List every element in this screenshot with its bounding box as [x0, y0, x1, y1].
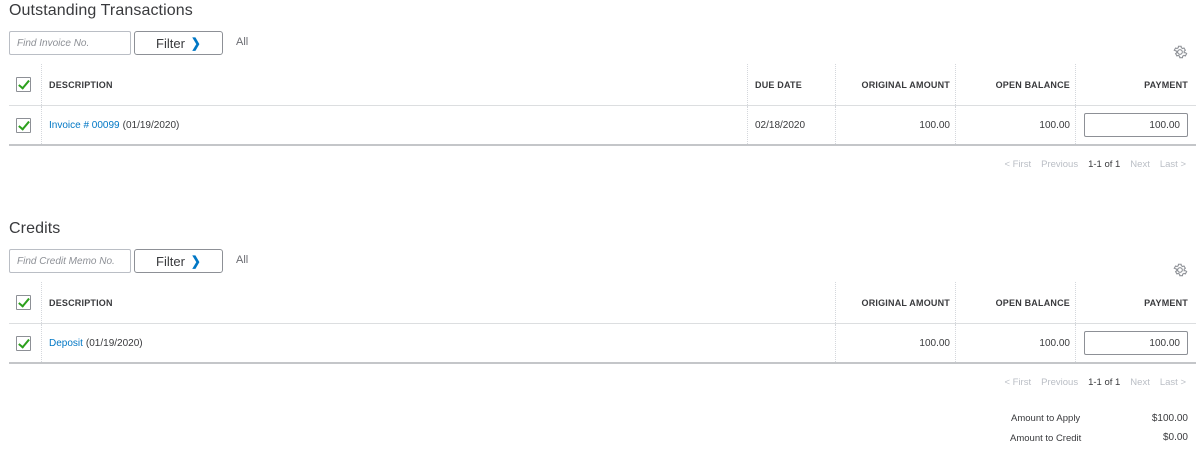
deposit-link[interactable]: Deposit	[49, 338, 83, 349]
open-balance-value: 100.00	[1039, 337, 1070, 349]
select-all-checkbox[interactable]	[16, 295, 31, 310]
find-credit-memo-input[interactable]	[9, 249, 131, 273]
due-date-value: 02/18/2020	[755, 119, 806, 131]
invoice-date: (01/19/2020)	[122, 119, 180, 131]
amount-to-apply-value: $100.00	[1151, 413, 1188, 424]
pager-next[interactable]: Next	[1130, 159, 1150, 170]
outstanding-pager: < First Previous 1-1 of 1 Next Last >	[1004, 159, 1186, 170]
outstanding-transactions-table: DESCRIPTION DUE DATE ORIGINAL AMOUNT OPE…	[9, 64, 1196, 146]
credits-filter-button[interactable]: Filter ❯	[134, 249, 223, 273]
filter-label: Filter	[156, 35, 185, 51]
col-description: DESCRIPTION	[49, 297, 113, 308]
row-checkbox[interactable]	[16, 335, 31, 351]
pager-first[interactable]: < First	[1004, 377, 1031, 388]
pager-range: 1-1 of 1	[1088, 377, 1121, 388]
outstanding-transactions-title: Outstanding Transactions	[9, 2, 193, 19]
col-due-date: DUE DATE	[755, 79, 802, 90]
pager-previous[interactable]: Previous	[1041, 159, 1078, 170]
pager-previous[interactable]: Previous	[1041, 377, 1078, 388]
pager-last[interactable]: Last >	[1160, 159, 1186, 170]
chevron-right-icon: ❯	[190, 35, 201, 51]
select-all-checkbox[interactable]	[16, 77, 31, 92]
pager-next[interactable]: Next	[1130, 377, 1150, 388]
col-open-balance: OPEN BALANCE	[995, 297, 1070, 308]
outstanding-filter-button[interactable]: Filter ❯	[134, 31, 223, 55]
chevron-right-icon: ❯	[190, 253, 201, 269]
col-payment: PAYMENT	[1144, 79, 1188, 90]
credits-pager: < First Previous 1-1 of 1 Next Last >	[1004, 377, 1186, 388]
amount-to-credit-value: $0.00	[1162, 432, 1188, 443]
gear-icon[interactable]	[1172, 262, 1188, 278]
pager-first[interactable]: < First	[1004, 159, 1031, 170]
table-header: DESCRIPTION ORIGINAL AMOUNT OPEN BALANCE…	[9, 282, 1196, 324]
table-header: DESCRIPTION DUE DATE ORIGINAL AMOUNT OPE…	[9, 64, 1196, 106]
col-open-balance: OPEN BALANCE	[995, 79, 1070, 90]
credits-filter-state: All	[236, 254, 249, 266]
filter-label: Filter	[156, 253, 185, 269]
col-original-amount: ORIGINAL AMOUNT	[861, 79, 950, 90]
find-invoice-input[interactable]	[9, 31, 131, 55]
pager-last[interactable]: Last >	[1160, 377, 1186, 388]
original-amount-value: 100.00	[919, 337, 950, 349]
pager-range: 1-1 of 1	[1088, 159, 1121, 170]
col-payment: PAYMENT	[1144, 297, 1188, 308]
amount-to-apply-label: Amount to Apply	[1011, 413, 1081, 424]
row-checkbox[interactable]	[16, 117, 31, 133]
col-description: DESCRIPTION	[49, 79, 113, 90]
amount-to-credit-label: Amount to Credit	[1010, 433, 1082, 444]
payment-input[interactable]	[1084, 331, 1188, 355]
open-balance-value: 100.00	[1039, 119, 1070, 131]
outstanding-filter-state: All	[236, 36, 249, 48]
credits-table: DESCRIPTION ORIGINAL AMOUNT OPEN BALANCE…	[9, 282, 1196, 364]
table-row: Invoice # 00099 (01/19/2020) 02/18/2020 …	[9, 106, 1196, 146]
gear-icon[interactable]	[1172, 44, 1188, 60]
credits-title: Credits	[9, 220, 61, 237]
payment-input[interactable]	[1084, 113, 1188, 137]
col-original-amount: ORIGINAL AMOUNT	[861, 297, 950, 308]
deposit-date: (01/19/2020)	[85, 337, 143, 349]
invoice-link[interactable]: Invoice # 00099	[49, 120, 120, 131]
original-amount-value: 100.00	[919, 119, 950, 131]
table-row: Deposit (01/19/2020) 100.00 100.00	[9, 324, 1196, 364]
